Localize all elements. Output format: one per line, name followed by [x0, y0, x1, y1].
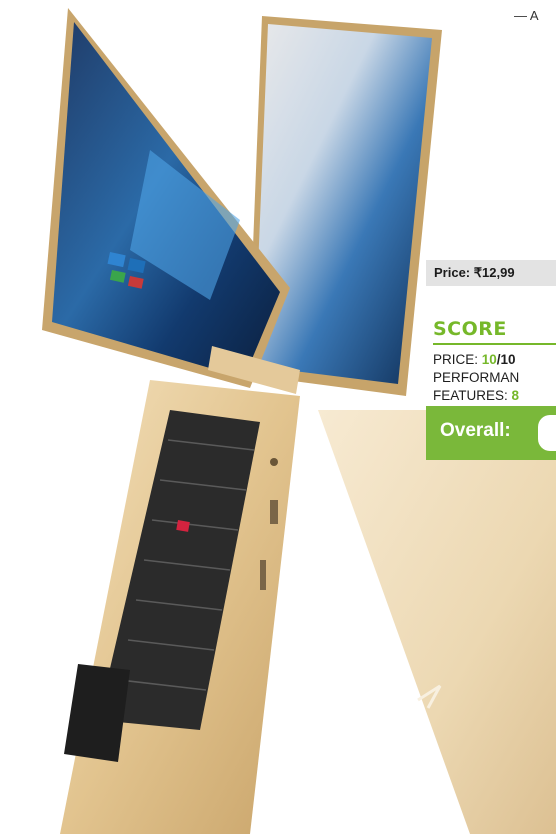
score-row-denominator: /10 [496, 352, 516, 367]
score-row-value: 8 [511, 388, 520, 403]
price-box: Price: ₹12,99 [426, 260, 556, 286]
score-row-label: PRICE: [433, 352, 482, 367]
score-heading: SCORE [433, 318, 507, 340]
price-value: ₹12,99 [473, 265, 515, 280]
overall-score-box: Overall: [426, 406, 556, 460]
overall-label: Overall: [440, 420, 511, 441]
score-row-performance: PERFORMAN [433, 370, 519, 385]
overall-score-badge [538, 415, 556, 451]
score-row-features: FEATURES: 8 [433, 388, 519, 403]
price-text: Price: ₹12,99 [434, 265, 515, 281]
price-label: Price: [434, 265, 471, 280]
article-byline: — A [514, 8, 539, 23]
score-divider [433, 343, 556, 345]
score-row-label: PERFORMAN [433, 370, 520, 385]
score-row-value: 10 [481, 352, 497, 367]
score-row-label: FEATURES: [433, 388, 512, 403]
score-row-price: PRICE: 10/10 [433, 352, 516, 367]
